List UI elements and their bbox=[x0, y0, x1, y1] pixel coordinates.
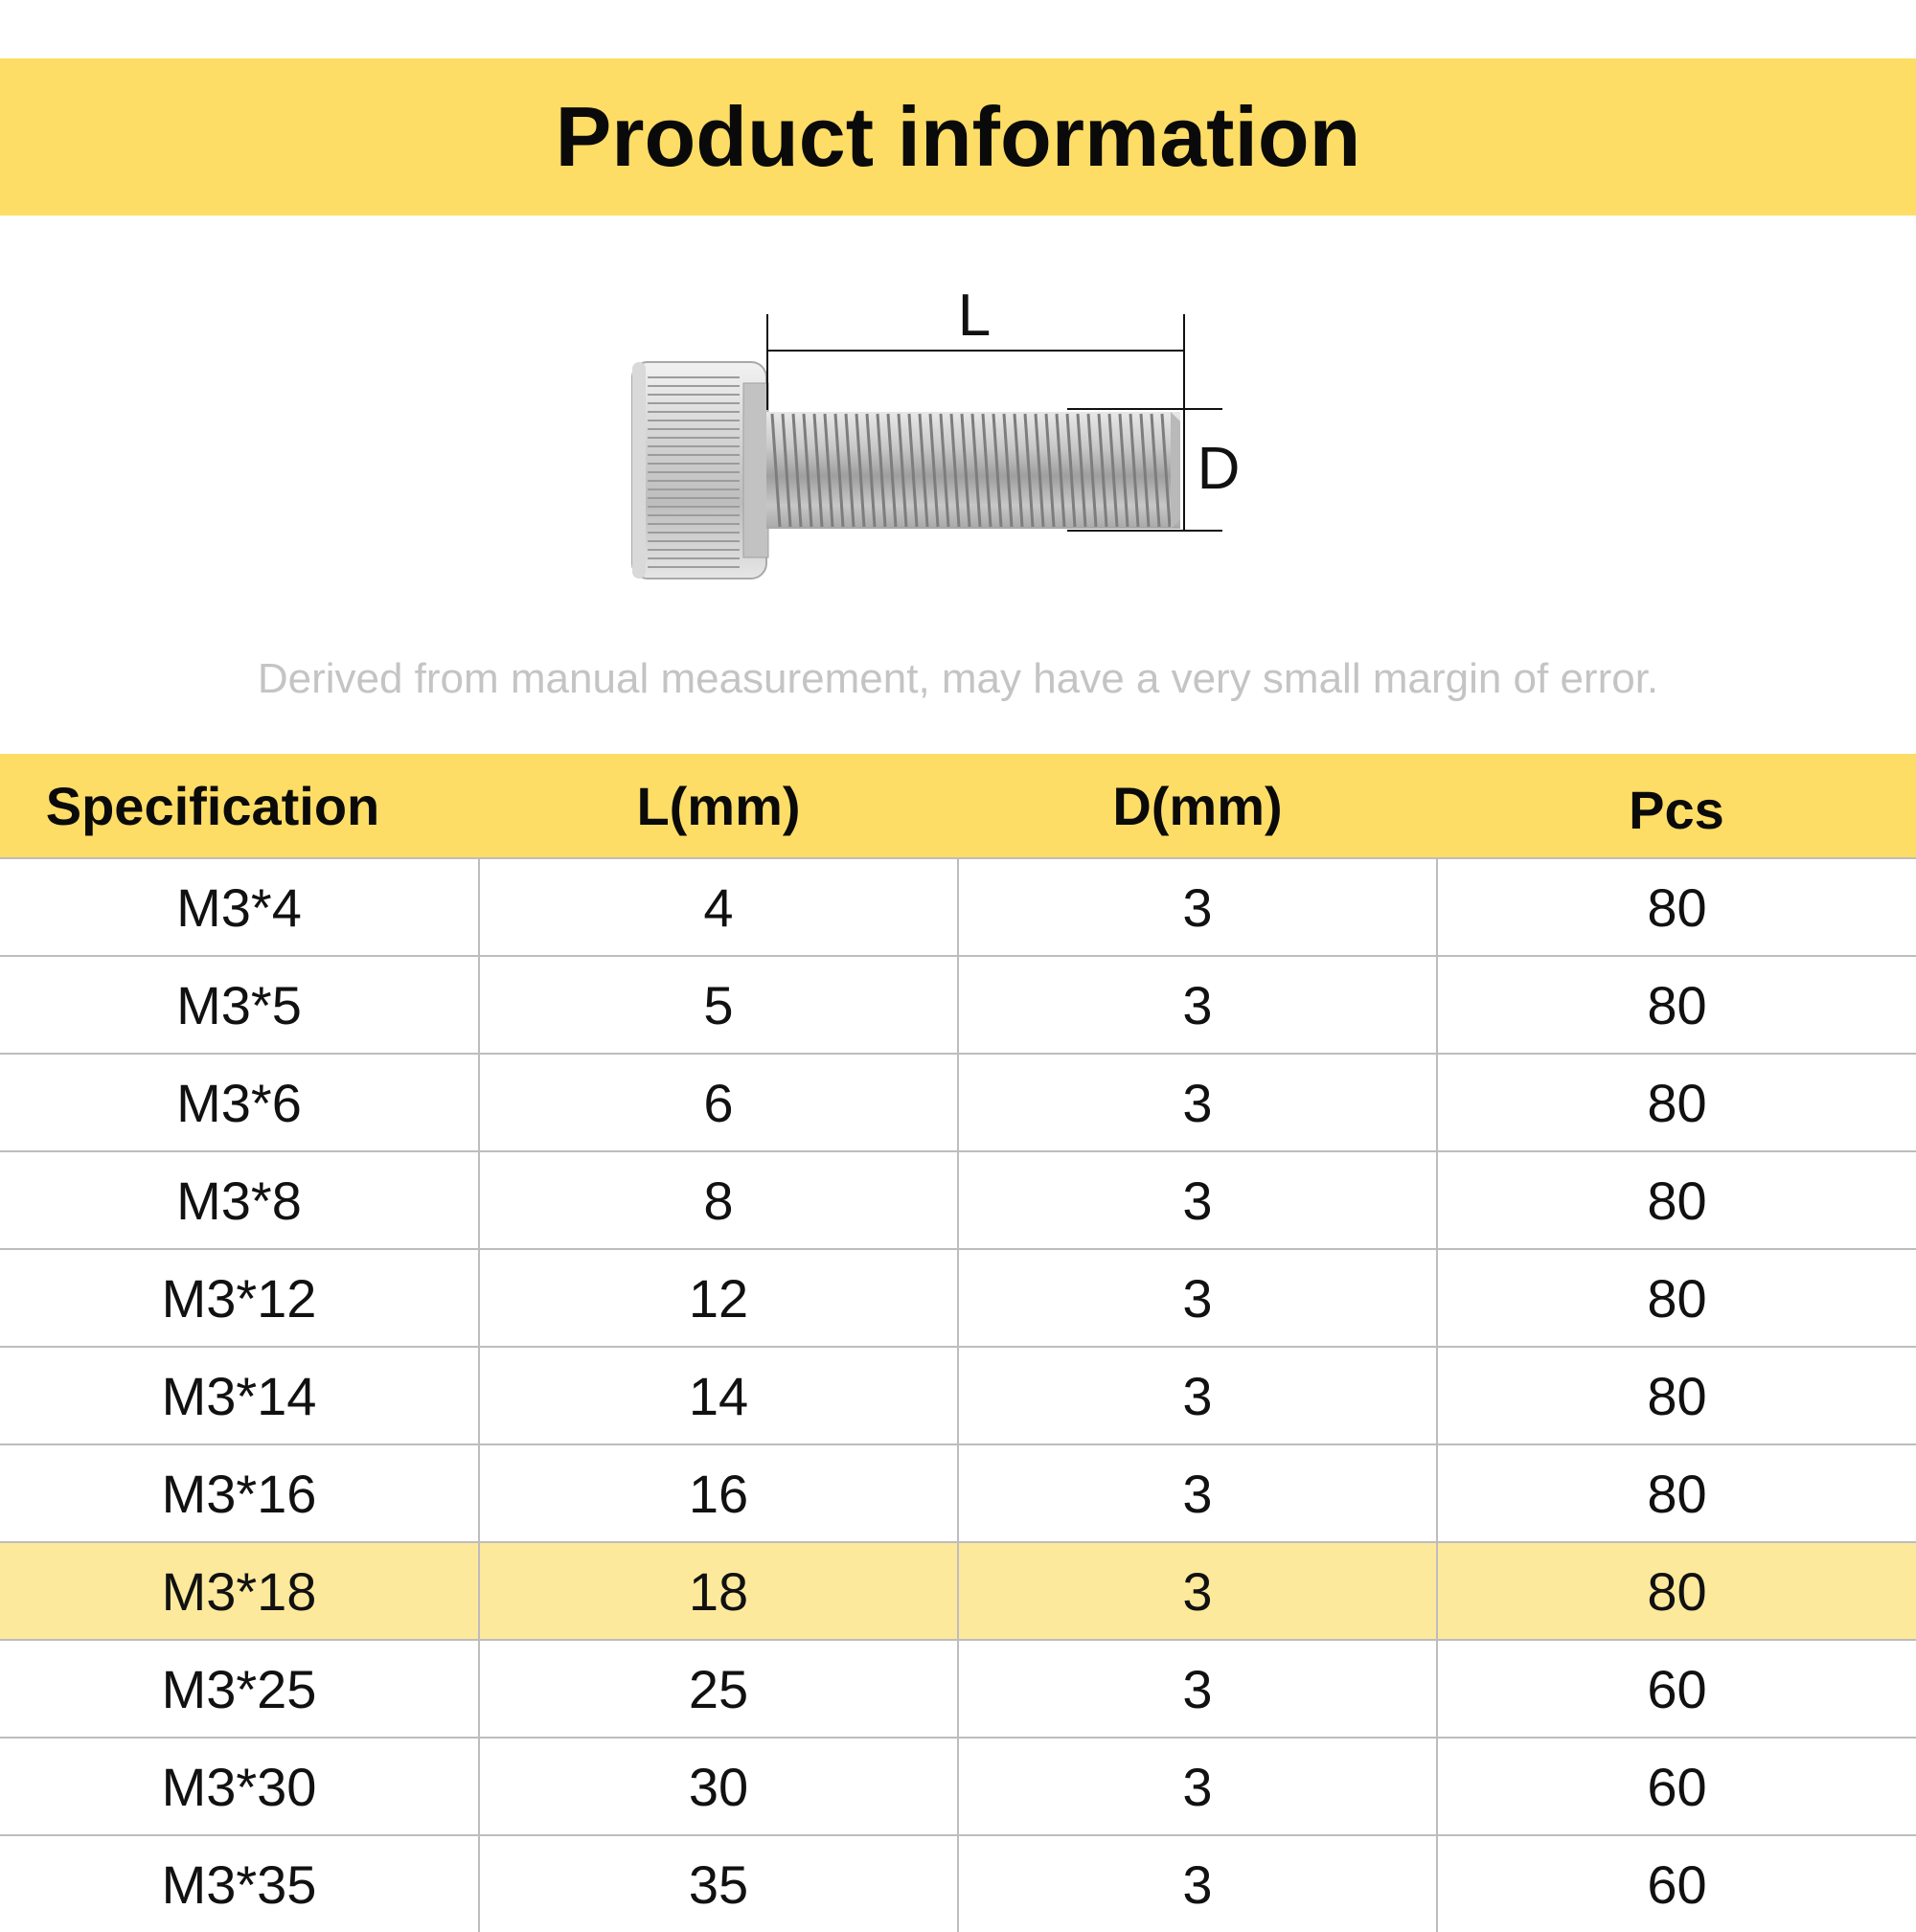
measurement-note: Derived from manual measurement, may hav… bbox=[257, 655, 1659, 702]
cell-diameter: 3 bbox=[957, 857, 1437, 956]
cell-length: 8 bbox=[478, 1150, 958, 1249]
page-title: Product information bbox=[555, 89, 1361, 184]
table-header-row: Specification L(mm) D(mm) Pcs bbox=[0, 754, 1916, 858]
table-row: M3*18 18 3 80 bbox=[0, 1541, 1916, 1640]
table-row: M3*14 14 3 80 bbox=[0, 1346, 1916, 1444]
column-header-length: L(mm) bbox=[479, 754, 958, 858]
cell-diameter: 3 bbox=[957, 1541, 1437, 1640]
cell-specification: M3*25 bbox=[0, 1639, 479, 1738]
column-header-specification: Specification bbox=[0, 754, 479, 858]
cell-pcs: 60 bbox=[1436, 1737, 1916, 1835]
table-row: M3*30 30 3 60 bbox=[0, 1737, 1916, 1835]
cell-pcs: 60 bbox=[1436, 1639, 1916, 1738]
cell-length: 18 bbox=[478, 1541, 958, 1640]
column-header-diameter: D(mm) bbox=[958, 754, 1437, 858]
diameter-label: D bbox=[1198, 436, 1241, 502]
cell-pcs: 80 bbox=[1436, 955, 1916, 1054]
cell-diameter: 3 bbox=[957, 1346, 1437, 1444]
table-body: M3*4 4 3 80 M3*5 5 3 80 M3*6 6 3 80 M3*8 8 3 80 M3*12 12 3… bbox=[0, 857, 1916, 1932]
cell-length: 5 bbox=[478, 955, 958, 1054]
table-row: M3*4 4 3 80 bbox=[0, 857, 1916, 956]
cell-diameter: 3 bbox=[957, 1443, 1437, 1542]
cell-specification: M3*35 bbox=[0, 1834, 479, 1932]
cell-specification: M3*6 bbox=[0, 1053, 479, 1151]
cell-length: 12 bbox=[478, 1248, 958, 1347]
title-banner: Product information bbox=[0, 58, 1916, 216]
table-row: M3*6 6 3 80 bbox=[0, 1053, 1916, 1151]
cell-length: 4 bbox=[478, 857, 958, 956]
cell-specification: M3*5 bbox=[0, 955, 479, 1054]
cell-specification: M3*4 bbox=[0, 857, 479, 956]
table-row: M3*5 5 3 80 bbox=[0, 955, 1916, 1054]
cell-length: 14 bbox=[478, 1346, 958, 1444]
cell-pcs: 80 bbox=[1436, 1346, 1916, 1444]
table-row: M3*8 8 3 80 bbox=[0, 1150, 1916, 1249]
table-row: M3*12 12 3 80 bbox=[0, 1248, 1916, 1347]
cell-length: 16 bbox=[478, 1443, 958, 1542]
cell-diameter: 3 bbox=[957, 1834, 1437, 1932]
cell-pcs: 80 bbox=[1436, 1053, 1916, 1151]
cell-specification: M3*12 bbox=[0, 1248, 479, 1347]
cell-specification: M3*14 bbox=[0, 1346, 479, 1444]
cell-length: 30 bbox=[478, 1737, 958, 1835]
cell-length: 25 bbox=[478, 1639, 958, 1738]
cell-diameter: 3 bbox=[957, 1053, 1437, 1151]
cell-specification: M3*8 bbox=[0, 1150, 479, 1249]
cell-specification: M3*18 bbox=[0, 1541, 479, 1640]
length-dimension bbox=[766, 314, 1185, 410]
cell-pcs: 80 bbox=[1436, 857, 1916, 956]
cell-pcs: 80 bbox=[1436, 1248, 1916, 1347]
cell-diameter: 3 bbox=[957, 1248, 1437, 1347]
column-header-pcs: Pcs bbox=[1437, 754, 1916, 858]
cell-pcs: 80 bbox=[1436, 1541, 1916, 1640]
diameter-dimension bbox=[1067, 408, 1222, 532]
specification-table: Specification L(mm) D(mm) Pcs M3*4 4 3 80 M3… bbox=[0, 754, 1916, 1932]
cell-pcs: 60 bbox=[1436, 1834, 1916, 1932]
screw-icon bbox=[631, 361, 1180, 580]
cell-diameter: 3 bbox=[957, 1150, 1437, 1249]
cell-pcs: 80 bbox=[1436, 1443, 1916, 1542]
cell-specification: M3*30 bbox=[0, 1737, 479, 1835]
cell-diameter: 3 bbox=[957, 1737, 1437, 1835]
cell-length: 35 bbox=[478, 1834, 958, 1932]
cell-diameter: 3 bbox=[957, 1639, 1437, 1738]
length-label: L bbox=[958, 283, 991, 349]
cell-diameter: 3 bbox=[957, 955, 1437, 1054]
table-row: M3*35 35 3 60 bbox=[0, 1834, 1916, 1932]
cell-specification: M3*16 bbox=[0, 1443, 479, 1542]
table-row: M3*16 16 3 80 bbox=[0, 1443, 1916, 1542]
cell-pcs: 80 bbox=[1436, 1150, 1916, 1249]
cell-length: 6 bbox=[478, 1053, 958, 1151]
table-row: M3*25 25 3 60 bbox=[0, 1639, 1916, 1738]
